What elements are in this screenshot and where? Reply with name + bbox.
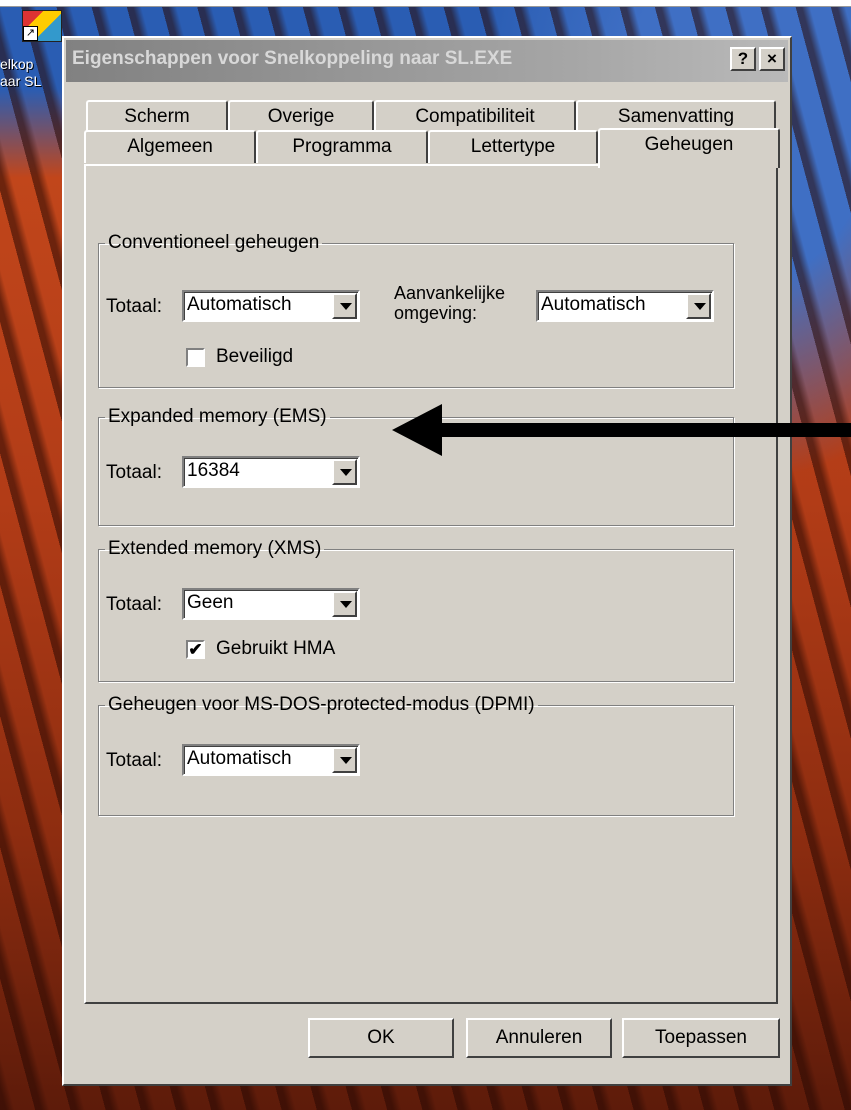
ems-total-label: Totaal: <box>106 462 162 483</box>
tab-overige[interactable]: Overige <box>228 100 374 133</box>
chevron-down-icon[interactable] <box>332 459 357 485</box>
close-button[interactable]: × <box>759 47 785 71</box>
chevron-down-icon[interactable] <box>686 293 711 319</box>
top-strip <box>0 0 851 7</box>
chevron-down-icon[interactable] <box>332 591 357 617</box>
chevron-down-icon[interactable] <box>332 293 357 319</box>
tab-panel-geheugen: Conventioneel geheugen Totaal: Automatis… <box>84 164 778 1004</box>
initial-environment-dropdown[interactable]: Automatisch <box>536 290 714 322</box>
chevron-down-icon[interactable] <box>332 747 357 773</box>
annotation-arrow-icon <box>392 404 851 456</box>
ems-total-dropdown[interactable]: 16384 <box>182 456 360 488</box>
tab-programma[interactable]: Programma <box>256 130 428 163</box>
group-legend: Geheugen voor MS-DOS-protected-modus (DP… <box>108 694 535 715</box>
shortcut-arrow-icon: ↗ <box>23 26 38 41</box>
help-button[interactable]: ? <box>730 47 756 71</box>
group-legend: Expanded memory (EMS) <box>108 406 327 427</box>
tab-algemeen[interactable]: Algemeen <box>84 130 256 163</box>
dropdown-value: 16384 <box>187 460 240 481</box>
window-title: Eigenschappen voor Snelkoppeling naar SL… <box>72 48 513 69</box>
protected-checkbox[interactable] <box>186 348 205 367</box>
xms-total-label: Totaal: <box>106 594 162 615</box>
tab-geheugen[interactable]: Geheugen <box>598 128 780 168</box>
tab-scherm[interactable]: Scherm <box>86 100 228 133</box>
initial-environment-label-line1: Aanvankelijke <box>394 283 506 303</box>
protected-label[interactable]: Beveiligd <box>216 346 293 368</box>
group-legend: Extended memory (XMS) <box>108 538 322 559</box>
tab-lettertype[interactable]: Lettertype <box>428 130 598 163</box>
desktop-icon-label-line1: elkop <box>0 56 34 72</box>
conventional-total-dropdown[interactable]: Automatisch <box>182 290 360 322</box>
xms-total-dropdown[interactable]: Geen <box>182 588 360 620</box>
group-legend: Conventioneel geheugen <box>108 232 320 253</box>
cancel-button[interactable]: Annuleren <box>466 1018 612 1058</box>
conventional-total-label: Totaal: <box>106 296 162 317</box>
dropdown-value: Automatisch <box>187 294 292 315</box>
dropdown-value: Automatisch <box>187 748 292 769</box>
desktop-icon-label-line2: aar SL <box>0 73 42 89</box>
dropdown-value: Geen <box>187 592 234 613</box>
uses-hma-checkbox[interactable]: ✔ <box>186 640 205 659</box>
ok-button[interactable]: OK <box>308 1018 454 1058</box>
dropdown-value: Automatisch <box>541 294 646 315</box>
tab-compatibiliteit[interactable]: Compatibiliteit <box>374 100 576 133</box>
apply-button[interactable]: Toepassen <box>622 1018 780 1058</box>
uses-hma-label[interactable]: Gebruikt HMA <box>216 638 335 660</box>
dpmi-total-label: Totaal: <box>106 750 162 771</box>
title-bar[interactable]: Eigenschappen voor Snelkoppeling naar SL… <box>66 40 788 82</box>
shortcut-desktop-icon[interactable]: ↗ <box>22 10 62 42</box>
dpmi-total-dropdown[interactable]: Automatisch <box>182 744 360 776</box>
initial-environment-label-line2: omgeving: <box>394 303 478 323</box>
properties-dialog: Eigenschappen voor Snelkoppeling naar SL… <box>62 36 792 1086</box>
desktop-icon-label[interactable]: elkop aar SL <box>0 56 62 90</box>
